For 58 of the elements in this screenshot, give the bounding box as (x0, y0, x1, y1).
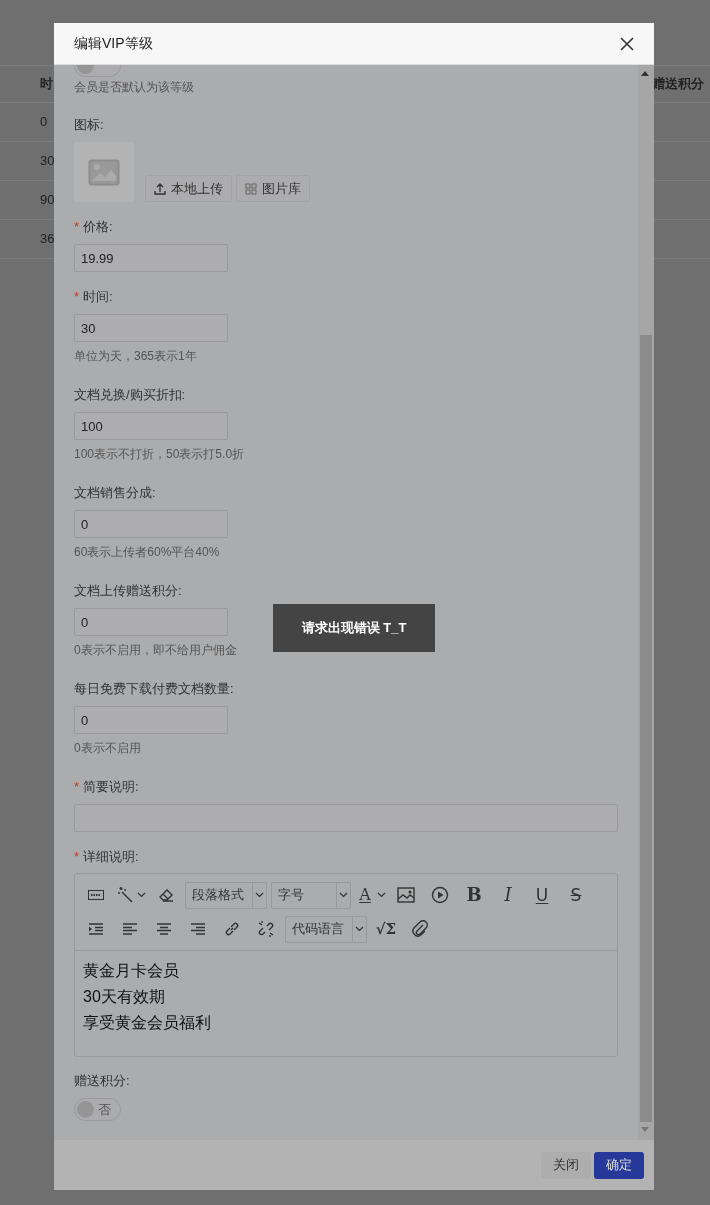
table-cell-text: 90 (39, 191, 55, 210)
input-field[interactable]: 100 (74, 412, 228, 440)
field-label: 简要说明: (83, 778, 139, 796)
field-label: 文档上传赠送积分: (74, 582, 182, 600)
input-field[interactable]: 0 (74, 608, 228, 636)
editor-text-line: 黄金月卡会员 (83, 961, 180, 981)
required-mark: * (74, 848, 80, 866)
upload-icon (154, 182, 166, 195)
required-mark: * (74, 778, 80, 796)
close-button[interactable]: 关闭 (541, 1151, 591, 1179)
table-cell-text: 0 (39, 113, 48, 132)
upload-button[interactable]: 本地上传 (145, 175, 232, 202)
error-toast: 请求出现错误 T_T (273, 604, 435, 652)
field-label: 每日免费下载付费文档数量: (74, 680, 234, 698)
input-field[interactable]: 0 (74, 510, 228, 538)
underline-button[interactable]: U (525, 878, 559, 912)
field-label: 图标: (74, 116, 104, 134)
dropdown[interactable]: 字号 (271, 881, 351, 909)
field-label: 时间: (83, 288, 113, 306)
confirm-button[interactable]: 确定 (594, 1151, 644, 1179)
close-icon[interactable] (620, 36, 634, 51)
field-label: 文档兑换/购买折扣: (74, 386, 186, 404)
gallery-button[interactable]: 图片库 (236, 175, 310, 202)
field-label: 赠送积分: (74, 1072, 130, 1090)
hint-text: 会员是否默认为该等级 (74, 79, 195, 96)
column-header: 时 (39, 75, 53, 94)
editor-text-line: 享受黄金会员福利 (83, 1013, 212, 1033)
required-mark: * (74, 288, 80, 306)
table-cell-text: 30 (39, 152, 55, 171)
required-mark: * (74, 218, 80, 236)
toggle-switch[interactable]: 否 (74, 1098, 121, 1121)
field-label: 价格: (83, 218, 113, 236)
dropdown[interactable]: 段落格式 (185, 881, 267, 909)
hint-text: 0表示不启用 (74, 740, 142, 757)
table-cell-text: 36 (39, 230, 55, 249)
hint-text: 100表示不打折，50表示打5.0折 (74, 446, 246, 463)
caret-icon[interactable] (352, 916, 366, 942)
bold-button[interactable]: B (457, 878, 491, 912)
field-label: 详细说明: (83, 848, 139, 866)
hint-text: 60表示上传者60%平台40% (74, 544, 221, 561)
caret-icon[interactable] (336, 882, 350, 908)
caret-icon[interactable] (252, 882, 266, 908)
field-label: 文档销售分成: (74, 484, 156, 502)
input-field[interactable]: 19.99 (74, 244, 228, 272)
grid-icon (245, 182, 257, 195)
editor-text-line: 30天有效期 (83, 987, 166, 1007)
hint-text: 0表示不启用，即不给用户佣金 (74, 642, 238, 659)
dropdown[interactable]: 代码语言 (285, 915, 367, 943)
input-field[interactable]: 30 (74, 314, 228, 342)
rich-text-editor[interactable]: 段落格式 字号 A B I U S 代码语言 √Σ 黄金月卡会员 30天有效期 享受黄金会员福利 (74, 873, 618, 1057)
dialog-title: 编辑VIP等级 (74, 34, 153, 53)
font-color-button[interactable]: A (353, 878, 377, 912)
strikethrough-button[interactable]: S (559, 878, 593, 912)
input-field[interactable]: 0 (74, 706, 228, 734)
hint-text: 单位为天，365表示1年 (74, 348, 198, 365)
italic-button[interactable]: I (491, 878, 525, 912)
scrollbar[interactable] (638, 65, 654, 1140)
formula-button[interactable]: √Σ (369, 912, 403, 946)
